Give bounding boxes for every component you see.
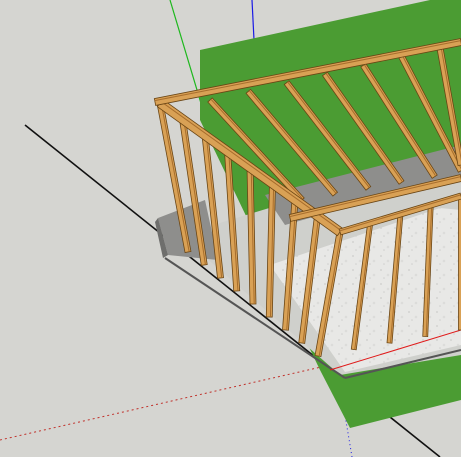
3d-model-canvas[interactable] xyxy=(0,0,461,457)
sketchup-3d-viewport[interactable] xyxy=(0,0,461,457)
